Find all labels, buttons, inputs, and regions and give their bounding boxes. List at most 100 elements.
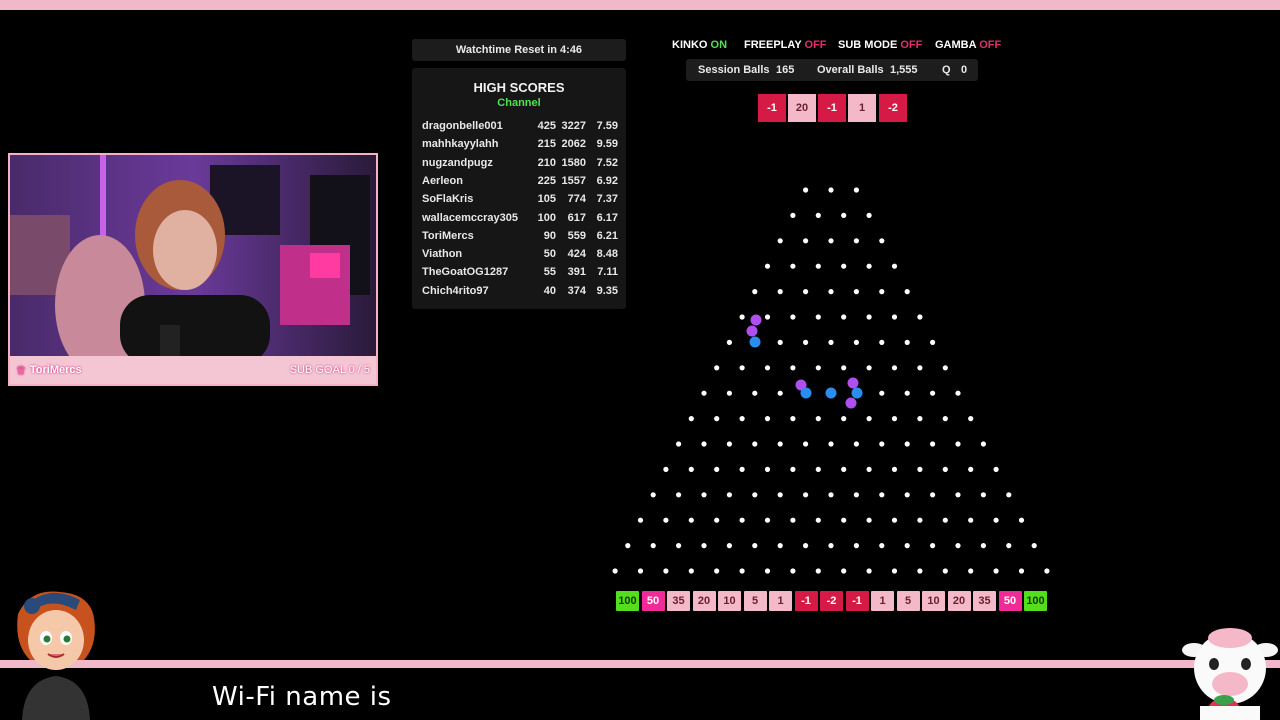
peg [879,289,885,295]
peg [879,492,885,498]
peg [815,263,821,269]
peg [828,238,834,244]
score-row: Viathon 50 424 8.48 [422,245,618,263]
peg [980,543,986,549]
peg [828,187,834,193]
peg [815,466,821,472]
peg [828,543,834,549]
peg [764,314,771,320]
score-value-b: 424 [567,248,586,261]
peg [955,390,961,396]
peg [968,466,974,472]
peg [1006,543,1012,549]
peg [790,212,796,218]
peg [688,517,694,523]
score-row: TheGoatOG1287 55 391 7.11 [422,263,618,281]
peg [815,568,821,574]
peg [790,517,796,523]
score-value-a: 215 [537,138,556,151]
peg [891,314,898,320]
peg [980,441,986,447]
peg [714,466,720,472]
peg [752,289,758,295]
peg [866,314,872,320]
top-bucket: -2 [879,94,907,122]
peg [853,339,859,345]
peg [930,492,936,498]
peg [739,314,745,320]
peg [828,441,834,447]
peg [815,517,821,523]
peg [764,263,771,269]
peg [764,365,771,371]
peg [853,289,859,295]
peg [942,517,948,523]
high-scores-title: HIGH SCORES [473,80,565,95]
gamba-state: OFF [979,39,1002,51]
overall-balls-label: Overall Balls [817,64,884,76]
high-scores-panel: HIGH SCORES Channel dragonbelle001 425 322… [412,68,626,309]
peg [752,390,758,396]
bottom-bucket: 35 [973,591,996,611]
peg [790,466,796,472]
score-value-a: 90 [543,229,556,242]
score-row: nugzandpugz 210 1580 7.52 [422,154,618,172]
peg [828,289,834,295]
peg [866,517,872,523]
peg [853,492,859,498]
ball [749,336,761,348]
top-bucket: -1 [818,94,846,122]
peg [904,289,910,295]
bottom-bucket: 5 [743,591,767,611]
peg [930,339,936,345]
score-value-b: 3227 [561,120,586,132]
score-value-c: 9.59 [596,138,618,151]
score-value-a: 40 [543,284,556,297]
peg [866,212,872,218]
peg [955,492,961,498]
score-value-a: 50 [543,248,556,261]
peg [803,238,809,244]
peg [866,263,872,269]
score-name: SoFlaKris [422,193,474,206]
top-bucket: 1 [848,94,876,122]
bottom-bucket: 100 [1024,591,1047,611]
kinko-state: ON [710,39,728,51]
ball [851,387,863,399]
peg [866,466,872,472]
peg [866,568,872,574]
peg [904,492,910,498]
peg [942,365,948,371]
peg [777,238,783,244]
peg [726,339,732,345]
peg [1031,543,1037,549]
ball [750,314,762,326]
peg [739,416,745,422]
peg [955,441,961,447]
peg [815,365,821,371]
peg [790,365,796,371]
peg [879,441,885,447]
bottom-bucket: 1 [871,591,894,611]
peg [879,390,885,396]
bottom-bucket: 35 [667,591,690,611]
peg [764,517,771,523]
peg [714,517,720,523]
cartoon-mascot-icon [17,591,95,720]
peg [803,543,809,549]
bottom-bucket: 10 [718,591,741,611]
peg [790,263,796,269]
gamba-label: GAMBA [935,39,977,51]
score-row: wallacemccray305 100 617 6.17 [422,209,618,227]
peg [714,568,720,574]
peg [866,416,872,422]
peg [879,238,885,244]
peg [637,517,644,523]
peg [841,212,847,218]
ball [845,397,857,409]
peg [815,416,821,422]
score-value-b: 617 [567,211,586,224]
peg [891,466,898,472]
peg [688,416,694,422]
score-name: Viathon [422,248,463,261]
